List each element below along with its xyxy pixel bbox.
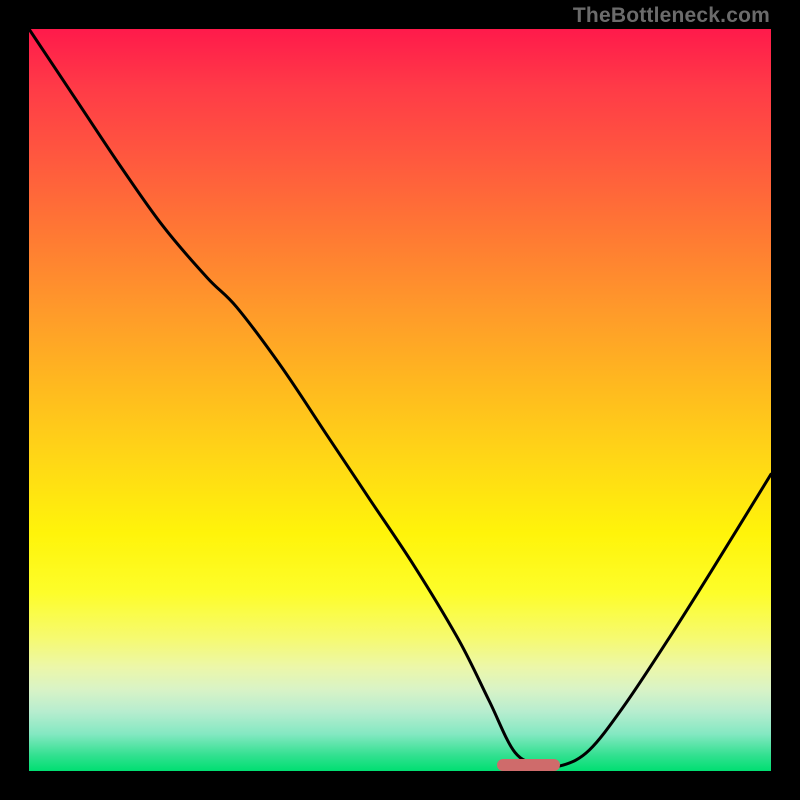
chart-frame: TheBottleneck.com — [0, 0, 800, 800]
bottleneck-curve — [29, 29, 771, 771]
watermark-text: TheBottleneck.com — [573, 4, 770, 28]
optimal-range-marker — [497, 759, 560, 771]
